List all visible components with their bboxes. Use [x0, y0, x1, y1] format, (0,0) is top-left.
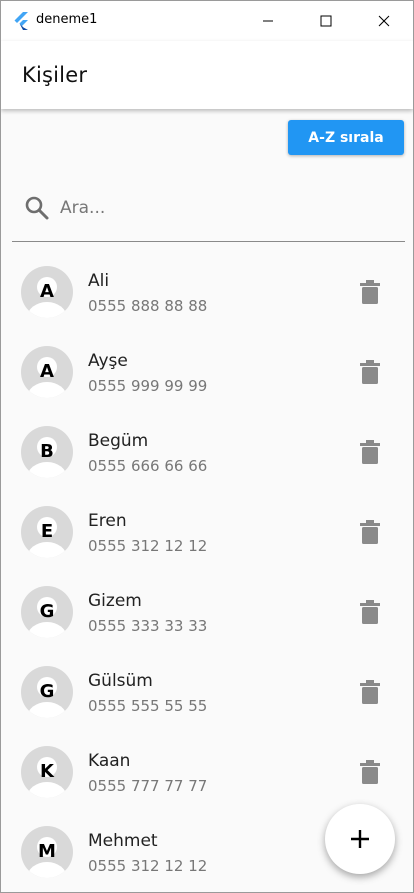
avatar-initial: A: [40, 281, 54, 302]
avatar: E: [21, 506, 73, 558]
list-item[interactable]: A Ali 0555 888 88 88: [1, 251, 413, 331]
avatar-initial: E: [40, 521, 54, 542]
contact-phone: 0555 777 77 77: [88, 777, 208, 795]
maximize-button[interactable]: [297, 1, 355, 41]
contact-phone: 0555 312 12 12: [88, 537, 208, 555]
contact-name: Mehmet: [88, 831, 158, 851]
avatar-initial: K: [40, 761, 54, 782]
list-item[interactable]: G Gizem 0555 333 33 33: [1, 571, 413, 651]
avatar: K: [21, 746, 73, 798]
contact-name: Kaan: [88, 751, 131, 771]
avatar-initial: G: [39, 601, 55, 622]
contact-phone: 0555 999 99 99: [88, 377, 208, 395]
maximize-icon: [320, 15, 332, 27]
contact-phone: 0555 555 55 55: [88, 697, 208, 715]
trash-icon[interactable]: [359, 760, 381, 784]
minimize-icon: [263, 20, 273, 22]
plus-icon: [351, 830, 369, 848]
trash-icon[interactable]: [359, 440, 381, 464]
list-item[interactable]: K Kaan 0555 777 77 77: [1, 731, 413, 811]
trash-icon[interactable]: [359, 520, 381, 544]
avatar: G: [21, 586, 73, 638]
contact-name: Ayşe: [88, 351, 128, 371]
page-title: Kişiler: [22, 63, 88, 87]
avatar: B: [21, 426, 73, 478]
search-icon: [25, 196, 49, 220]
contact-name: Gülsüm: [88, 671, 153, 691]
trash-icon[interactable]: [359, 280, 381, 304]
contact-phone: 0555 888 88 88: [88, 297, 208, 315]
window-title: deneme1: [36, 12, 98, 27]
avatar: A: [21, 266, 73, 318]
contact-name: Ali: [88, 271, 110, 291]
avatar-initial: B: [40, 441, 54, 462]
search-field[interactable]: [12, 183, 405, 242]
trash-icon[interactable]: [359, 600, 381, 624]
avatar: G: [21, 666, 73, 718]
avatar: A: [21, 346, 73, 398]
minimize-button[interactable]: [239, 1, 297, 41]
list-item[interactable]: A Ayşe 0555 999 99 99: [1, 331, 413, 411]
close-icon: [378, 15, 390, 27]
app-window: deneme1 Kişiler A-Z sırala Ara... A Ali …: [0, 0, 414, 893]
trash-icon[interactable]: [359, 360, 381, 384]
add-contact-button[interactable]: [325, 804, 395, 874]
avatar-initial: A: [40, 361, 54, 382]
contact-name: Begüm: [88, 431, 149, 451]
avatar-initial: M: [38, 841, 56, 862]
list-item[interactable]: E Eren 0555 312 12 12: [1, 491, 413, 571]
close-button[interactable]: [355, 1, 413, 41]
window-titlebar[interactable]: deneme1: [1, 1, 413, 41]
search-input[interactable]: [60, 193, 390, 223]
contact-phone: 0555 666 66 66: [88, 457, 208, 475]
contact-phone: 0555 312 12 12: [88, 857, 208, 875]
contact-name: Gizem: [88, 591, 142, 611]
list-item[interactable]: B Begüm 0555 666 66 66: [1, 411, 413, 491]
contact-phone: 0555 333 33 33: [88, 617, 208, 635]
avatar: M: [21, 826, 73, 878]
list-item[interactable]: G Gülsüm 0555 555 55 55: [1, 651, 413, 731]
contact-name: Eren: [88, 511, 127, 531]
sort-az-button[interactable]: A-Z sırala: [288, 120, 404, 155]
flutter-logo-icon: [14, 12, 28, 30]
avatar-initial: G: [39, 681, 55, 702]
app-bar: Kişiler: [1, 41, 413, 109]
trash-icon[interactable]: [359, 680, 381, 704]
